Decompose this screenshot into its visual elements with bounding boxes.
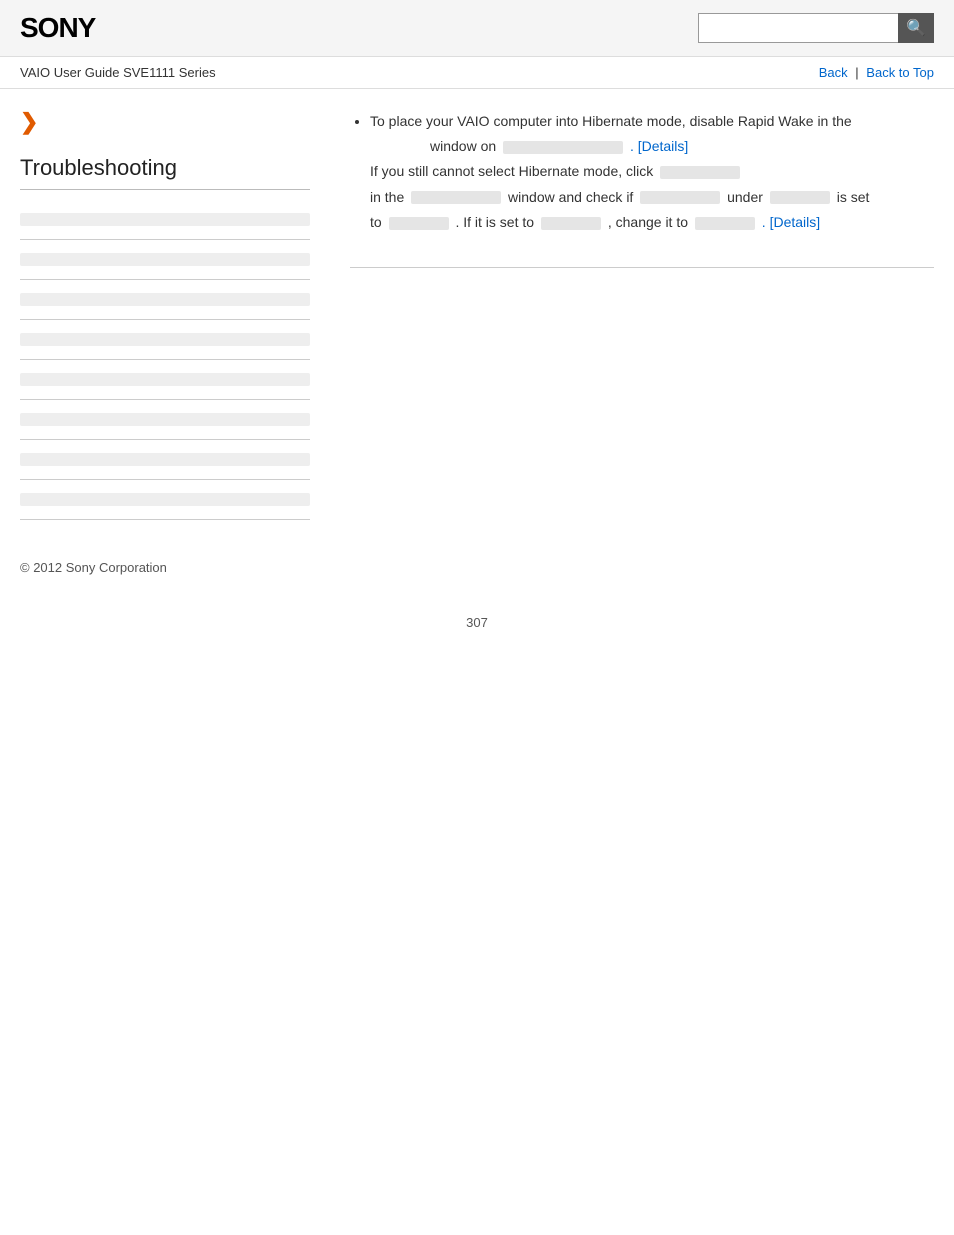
redacted-text-1 bbox=[503, 141, 623, 154]
back-to-top-link[interactable]: Back to Top bbox=[866, 65, 934, 80]
list-item[interactable] bbox=[20, 320, 310, 360]
search-icon: 🔍 bbox=[906, 18, 926, 38]
sidebar-item-blank bbox=[20, 413, 310, 426]
sidebar-item-blank bbox=[20, 493, 310, 506]
list-item[interactable] bbox=[20, 400, 310, 440]
sidebar-item-blank bbox=[20, 333, 310, 346]
line4-details-link[interactable]: . [Details] bbox=[762, 214, 820, 230]
line4-ifset: . If it is set to bbox=[455, 214, 534, 230]
redacted-text-5 bbox=[770, 191, 830, 204]
bullet1-text: To place your VAIO computer into Hiberna… bbox=[370, 113, 869, 230]
list-item[interactable] bbox=[20, 200, 310, 240]
content-list: To place your VAIO computer into Hiberna… bbox=[350, 109, 934, 235]
footer-copyright: © 2012 Sony Corporation bbox=[0, 540, 954, 595]
bullet1-details-link[interactable]: . [Details] bbox=[630, 138, 688, 154]
redacted-text-2 bbox=[660, 166, 740, 179]
redacted-text-8 bbox=[695, 217, 755, 230]
bullet1-window-label: window on . [Details] bbox=[430, 138, 688, 154]
line3-under: under bbox=[727, 189, 763, 205]
section-title: Troubleshooting bbox=[20, 155, 310, 190]
header: SONY 🔍 bbox=[0, 0, 954, 57]
list-item[interactable] bbox=[20, 480, 310, 520]
list-item[interactable] bbox=[20, 440, 310, 480]
bullet1-line2: If you still cannot select Hibernate mod… bbox=[370, 163, 653, 179]
back-link[interactable]: Back bbox=[819, 65, 848, 80]
line4-to: to bbox=[370, 214, 382, 230]
sidebar-item-blank bbox=[20, 253, 310, 266]
nav-links: Back | Back to Top bbox=[819, 65, 934, 80]
redacted-text-3 bbox=[411, 191, 501, 204]
content-area: To place your VAIO computer into Hiberna… bbox=[330, 109, 934, 520]
list-item: To place your VAIO computer into Hiberna… bbox=[370, 109, 934, 235]
redacted-text-4 bbox=[640, 191, 720, 204]
search-button[interactable]: 🔍 bbox=[898, 13, 934, 43]
sidebar-item-blank bbox=[20, 213, 310, 226]
list-item[interactable] bbox=[20, 280, 310, 320]
sony-logo: SONY bbox=[20, 12, 95, 44]
copyright-text: © 2012 Sony Corporation bbox=[20, 560, 167, 575]
line3-isset: is set bbox=[837, 189, 870, 205]
sidebar-nav bbox=[20, 200, 310, 520]
redacted-text-6 bbox=[389, 217, 449, 230]
sidebar: ❯ Troubleshooting bbox=[20, 109, 330, 520]
breadcrumb-arrow: ❯ bbox=[20, 109, 310, 135]
guide-title: VAIO User Guide SVE1111 Series bbox=[20, 65, 216, 80]
nav-bar: VAIO User Guide SVE1111 Series Back | Ba… bbox=[0, 57, 954, 89]
search-area: 🔍 bbox=[698, 13, 934, 43]
content-block: To place your VAIO computer into Hiberna… bbox=[350, 109, 934, 268]
main-content: ❯ Troubleshooting bbox=[0, 89, 954, 540]
sidebar-item-blank bbox=[20, 293, 310, 306]
line3-prefix: in the bbox=[370, 189, 404, 205]
redacted-text-7 bbox=[541, 217, 601, 230]
list-item[interactable] bbox=[20, 360, 310, 400]
line4-changeit: , change it to bbox=[608, 214, 688, 230]
list-item[interactable] bbox=[20, 240, 310, 280]
sidebar-item-blank bbox=[20, 373, 310, 386]
page-number: 307 bbox=[0, 595, 954, 650]
nav-separator: | bbox=[855, 65, 862, 80]
sidebar-item-blank bbox=[20, 453, 310, 466]
bullet1-main-text: To place your VAIO computer into Hiberna… bbox=[370, 113, 852, 129]
bullet1-window-prefix: window on bbox=[430, 138, 496, 154]
search-input[interactable] bbox=[698, 13, 898, 43]
line3-window: window and check if bbox=[508, 189, 633, 205]
